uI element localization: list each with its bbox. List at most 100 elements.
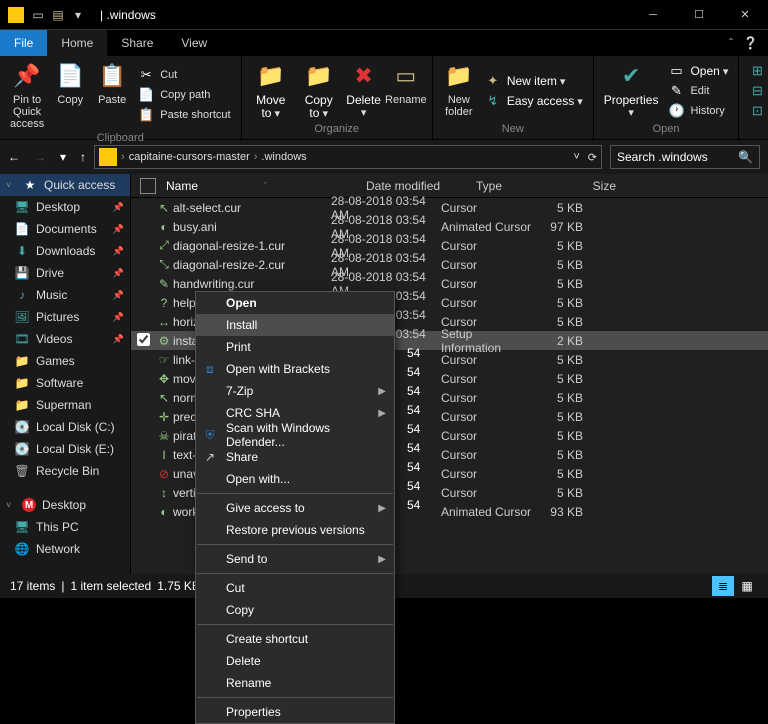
expand-icon[interactable]: ˅ xyxy=(6,500,16,510)
col-type[interactable]: Type xyxy=(470,179,564,193)
ctx-item[interactable]: Open xyxy=(196,292,394,314)
breadcrumb-seg-1[interactable]: capitaine-cursors-master xyxy=(129,151,250,163)
ctx-label: Rename xyxy=(226,676,271,690)
tree-node[interactable]: ⬇Downloads📌 xyxy=(0,240,130,262)
rename-button[interactable]: ▭Rename xyxy=(386,58,426,123)
tree-node[interactable]: 💽Local Disk (E:) xyxy=(0,438,130,460)
tree-node[interactable]: 🖼Pictures📌 xyxy=(0,306,130,328)
tree-node[interactable]: ♪Music📌 xyxy=(0,284,130,306)
history-button[interactable]: 🕐History xyxy=(664,101,732,121)
help-icon[interactable]: ❔ xyxy=(743,36,758,50)
moveto-button[interactable]: 📁Move to ▾ xyxy=(248,58,294,123)
tab-share[interactable]: Share xyxy=(107,30,167,56)
pin-icon: 📌 xyxy=(113,202,124,213)
tree-node[interactable]: 📄Documents📌 xyxy=(0,218,130,240)
view-large-icon[interactable]: ▦ xyxy=(736,576,758,596)
copypath-button[interactable]: 📄Copy path xyxy=(134,85,234,105)
qat-newfolder-icon[interactable]: ▤ xyxy=(50,7,66,23)
tree-node[interactable]: 📁Software xyxy=(0,372,130,394)
selectnone-button[interactable]: ⊟Select none xyxy=(745,81,768,101)
copy-button[interactable]: 📄Copy xyxy=(50,58,90,132)
ctx-item[interactable]: Open with... xyxy=(196,468,394,490)
col-name[interactable]: Nameˆ xyxy=(160,179,360,193)
select-all-checkbox[interactable] xyxy=(140,178,156,194)
view-details-icon[interactable]: ≣ xyxy=(712,576,734,596)
group-clipboard-label: Clipboard xyxy=(6,132,235,144)
ribbon-collapse-icon[interactable]: ˆ xyxy=(729,36,733,50)
tree-node[interactable]: 🌐Network xyxy=(0,538,130,560)
file-row[interactable]: ↖alt-select.cur28-08-2018 03:54 AMCursor… xyxy=(131,198,768,217)
ctx-item[interactable]: Rename xyxy=(196,672,394,694)
file-row[interactable]: ⤡diagonal-resize-2.cur28-08-2018 03:54 A… xyxy=(131,255,768,274)
tree-node[interactable]: 💽Local Disk (C:) xyxy=(0,416,130,438)
expand-icon[interactable]: ˅ xyxy=(6,180,16,190)
tab-file[interactable]: File xyxy=(0,30,47,56)
tree-node[interactable]: 🗑Recycle Bin xyxy=(0,460,130,482)
paste-button[interactable]: 📋Paste xyxy=(92,58,132,132)
tab-home[interactable]: Home xyxy=(47,30,107,56)
file-row[interactable]: ◐busy.ani28-08-2018 03:54 AMAnimated Cur… xyxy=(131,217,768,236)
refresh-icon[interactable]: ⟳ xyxy=(588,151,597,164)
tree-node[interactable]: ˅MDesktop xyxy=(0,494,130,516)
pasteshortcut-button[interactable]: 📋Paste shortcut xyxy=(134,105,234,125)
ctx-item[interactable]: Restore previous versions xyxy=(196,519,394,541)
file-type: Cursor xyxy=(441,372,535,386)
ctx-item[interactable]: Give access to ▶ xyxy=(196,497,394,519)
ctx-item[interactable]: ↗Share xyxy=(196,446,394,468)
ctx-item[interactable]: Create shortcut xyxy=(196,628,394,650)
nav-recent-icon[interactable]: ▾ xyxy=(60,150,66,164)
ctx-item[interactable]: ⛨Scan with Windows Defender... xyxy=(196,424,394,446)
newitem-button[interactable]: ✦New item ▾ xyxy=(481,71,587,91)
ctx-item[interactable]: 7-Zip▶ xyxy=(196,380,394,402)
newfolder-button[interactable]: 📁New folder xyxy=(439,58,479,123)
tree-node[interactable]: 🖥This PC xyxy=(0,516,130,538)
qat-props-icon[interactable]: ▭ xyxy=(30,7,46,23)
edit-button[interactable]: ✎Edit xyxy=(664,81,732,101)
file-type: Cursor xyxy=(441,353,535,367)
copyto-button[interactable]: 📁Copy to ▾ xyxy=(296,58,341,123)
tree-node[interactable]: 🖥Desktop📌 xyxy=(0,196,130,218)
tree-node[interactable]: 📁Superman xyxy=(0,394,130,416)
col-size[interactable]: Size xyxy=(564,179,622,193)
ctx-item[interactable]: Print xyxy=(196,336,394,358)
selectall-button[interactable]: ⊞Select all xyxy=(745,61,768,81)
col-date[interactable]: Date modified xyxy=(360,179,470,193)
qat-dropdown-icon[interactable]: ▾ xyxy=(70,7,86,23)
tree-icon: 📁 xyxy=(14,398,30,412)
tree-node[interactable]: ˅★Quick access xyxy=(0,174,130,196)
ctx-label: Give access to xyxy=(226,501,305,515)
row-checkbox[interactable] xyxy=(131,333,155,349)
nav-back-icon[interactable]: ← xyxy=(8,150,20,164)
maximize-button[interactable]: ☐ xyxy=(676,0,722,30)
tab-view[interactable]: View xyxy=(167,30,221,56)
ctx-item[interactable]: Properties xyxy=(196,701,394,723)
ctx-item[interactable]: Send to▶ xyxy=(196,548,394,570)
ctx-item[interactable]: Install xyxy=(196,314,394,336)
tree-node[interactable]: 📁Games xyxy=(0,350,130,372)
cut-button[interactable]: ✂Cut xyxy=(134,65,234,85)
ctx-item[interactable]: Delete xyxy=(196,650,394,672)
submenu-icon: ▶ xyxy=(378,503,386,514)
breadcrumb[interactable]: › capitaine-cursors-master › .windows ˅⟳ xyxy=(94,145,602,169)
pin-quickaccess-button[interactable]: 📌Pin to Quick access xyxy=(6,58,48,132)
invertsel-button[interactable]: ⊡Invert selection xyxy=(745,101,768,121)
breadcrumb-seg-2[interactable]: .windows xyxy=(261,151,306,163)
ctx-item[interactable]: Copy xyxy=(196,599,394,621)
breadcrumb-dropdown-icon[interactable]: ˅ xyxy=(573,151,579,164)
close-button[interactable]: ✕ xyxy=(722,0,768,30)
nav-up-icon[interactable]: ↑ xyxy=(80,150,86,164)
properties-button[interactable]: ✔Properties ▾ xyxy=(600,58,663,123)
open-button[interactable]: ▭Open ▾ xyxy=(664,61,732,81)
tree-node[interactable]: 🎞Videos📌 xyxy=(0,328,130,350)
search-input[interactable]: Search .windows 🔍 xyxy=(610,145,760,169)
delete-button[interactable]: ✖Delete ▾ xyxy=(343,58,383,123)
nav-forward-icon[interactable]: → xyxy=(34,150,46,164)
file-row[interactable]: ⤢diagonal-resize-1.cur28-08-2018 03:54 A… xyxy=(131,236,768,255)
ctx-item[interactable]: ⧈Open with Brackets xyxy=(196,358,394,380)
easyaccess-button[interactable]: ↯Easy access ▾ xyxy=(481,91,587,111)
ctx-item[interactable]: Cut xyxy=(196,577,394,599)
ctx-label: CRC SHA xyxy=(226,406,280,420)
nav-tree[interactable]: ˅★Quick access🖥Desktop📌📄Documents📌⬇Downl… xyxy=(0,174,131,574)
minimize-button[interactable]: ─ xyxy=(630,0,676,30)
tree-node[interactable]: 💾Drive📌 xyxy=(0,262,130,284)
